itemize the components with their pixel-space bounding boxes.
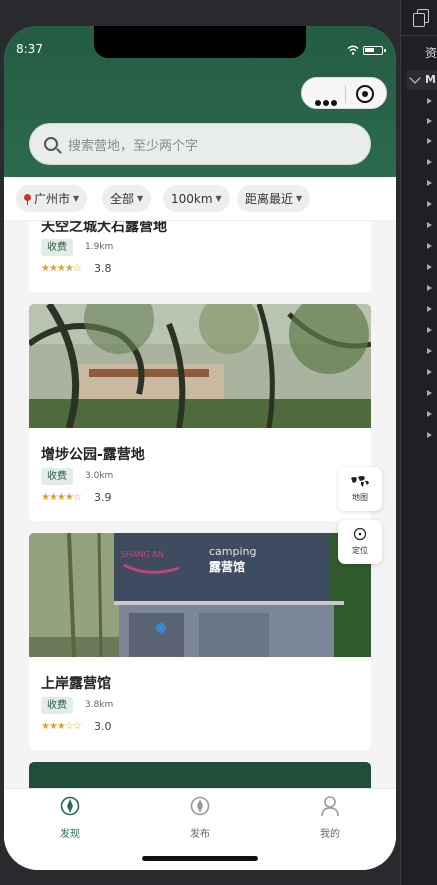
caret-down-icon: ▼ [73, 194, 80, 203]
rating-stars: ★★★☆☆ [41, 721, 82, 732]
filter-category-label: 全部 [110, 192, 135, 206]
tab-me-label: 我的 [320, 829, 340, 840]
campsite-title: 天空之城大石露营地 [41, 221, 167, 235]
tree-expand-icon[interactable] [427, 327, 432, 333]
fee-tag: 收费 [41, 697, 73, 714]
filter-sort-label: 距离最近 [245, 192, 294, 206]
tab-publish-label: 发布 [190, 829, 210, 840]
fee-tag: 收费 [41, 468, 73, 485]
tab-discover-label: 发现 [60, 829, 80, 840]
home-indicator [142, 856, 258, 861]
search-input[interactable]: 搜索营地，至少两个字 [29, 123, 371, 165]
campsite-distance: 1.9km [85, 242, 114, 252]
caret-down-icon: ▼ [296, 194, 303, 203]
tab-me[interactable]: 我的 [300, 795, 360, 840]
copy-icon[interactable] [413, 9, 429, 27]
locate-button[interactable]: 定位 [338, 520, 382, 564]
user-icon [321, 796, 339, 817]
tab-discover[interactable]: 发现 [40, 795, 100, 840]
tree-expand-icon[interactable] [427, 98, 432, 104]
world-map-icon [351, 476, 369, 487]
wifi-icon [347, 45, 359, 55]
tree-expand-icon[interactable] [427, 222, 432, 228]
map-button-label: 地图 [352, 493, 368, 502]
tree-expand-icon[interactable] [427, 348, 432, 354]
phone-simulator: 8:37 搜索营地，至少两个字 广州市 ▼ 全部 ▼ 100km ▼ 距离最近 … [4, 26, 396, 870]
devtools-panel: 资 MI [400, 0, 437, 885]
devtools-resource-label: 资 [425, 46, 437, 60]
tree-expand-icon[interactable] [427, 264, 432, 270]
publish-icon [190, 796, 210, 816]
caret-down-icon: ▼ [137, 194, 144, 203]
campsite-title: 增埗公园-露营地 [41, 447, 145, 463]
sign-store-name: 露营馆 [209, 559, 245, 574]
tree-expand-icon[interactable] [427, 180, 432, 186]
filter-range-label: 100km [171, 191, 213, 206]
tree-expand-icon[interactable] [427, 369, 432, 375]
devtools-section-label: MI [425, 73, 437, 86]
tree-expand-icon[interactable] [427, 411, 432, 417]
campsite-photo: SHANG AN camping 露营馆 [29, 533, 371, 657]
search-icon [44, 137, 58, 151]
campsite-distance: 3.8km [85, 700, 114, 710]
battery-icon [363, 46, 386, 55]
close-miniprogram-icon[interactable] [356, 85, 374, 103]
campsite-card[interactable]: 天空之城大石露营地 收费 1.9km ★★★★☆ 3.8 [29, 221, 371, 292]
tree-expand-icon[interactable] [427, 159, 432, 165]
tree-expand-icon[interactable] [427, 201, 432, 207]
tab-publish[interactable]: 发布 [170, 795, 230, 840]
filter-range[interactable]: 100km ▼ [163, 185, 230, 212]
map-button[interactable]: 地图 [338, 467, 382, 511]
rating-score: 3.8 [94, 262, 112, 275]
caret-down-icon: ▼ [215, 194, 222, 203]
sign-camping: camping [209, 545, 257, 558]
campsite-card[interactable]: SHANG AN camping 露营馆 上岸露营馆 收费 3.8km ★★★☆… [29, 533, 371, 750]
sign-brand: SHANG AN [121, 550, 164, 559]
device-notch [94, 26, 306, 58]
rating-stars: ★★★★☆ [41, 492, 82, 503]
tree-expand-icon[interactable] [427, 243, 432, 249]
tree-expand-icon[interactable] [427, 390, 432, 396]
filter-sort[interactable]: 距离最近 ▼ [237, 185, 311, 212]
locate-icon [353, 527, 367, 541]
filter-city[interactable]: 广州市 ▼ [16, 185, 88, 212]
rating-score: 3.0 [94, 720, 112, 733]
campsite-card[interactable]: 增埗公园-露营地 收费 3.0km ★★★★☆ 3.9 [29, 304, 371, 521]
campsite-photo [29, 304, 371, 428]
compass-icon [60, 796, 80, 816]
location-pin-icon [24, 193, 31, 205]
capsule-divider [345, 85, 346, 103]
rating-stars: ★★★★☆ [41, 263, 82, 274]
devtools-toolbar [401, 0, 437, 36]
filter-bar: 广州市 ▼ 全部 ▼ 100km ▼ 距离最近 ▼ [4, 177, 396, 221]
search-placeholder: 搜索营地，至少两个字 [68, 138, 199, 154]
more-icon[interactable] [315, 91, 339, 106]
campsite-title: 上岸露营馆 [41, 676, 111, 692]
locate-button-label: 定位 [352, 546, 368, 555]
tree-expand-icon[interactable] [427, 306, 432, 312]
fee-tag: 收费 [41, 239, 73, 256]
tree-expand-icon[interactable] [427, 432, 432, 438]
miniprogram-capsule [301, 77, 387, 109]
rating-score: 3.9 [94, 491, 112, 504]
tree-expand-icon[interactable] [427, 285, 432, 291]
campsite-distance: 3.0km [85, 471, 114, 481]
tree-expand-icon[interactable] [427, 118, 432, 124]
filter-category[interactable]: 全部 ▼ [102, 185, 152, 212]
tree-expand-icon[interactable] [427, 138, 432, 144]
status-time: 8:37 [16, 42, 43, 56]
filter-city-label: 广州市 [34, 192, 71, 206]
